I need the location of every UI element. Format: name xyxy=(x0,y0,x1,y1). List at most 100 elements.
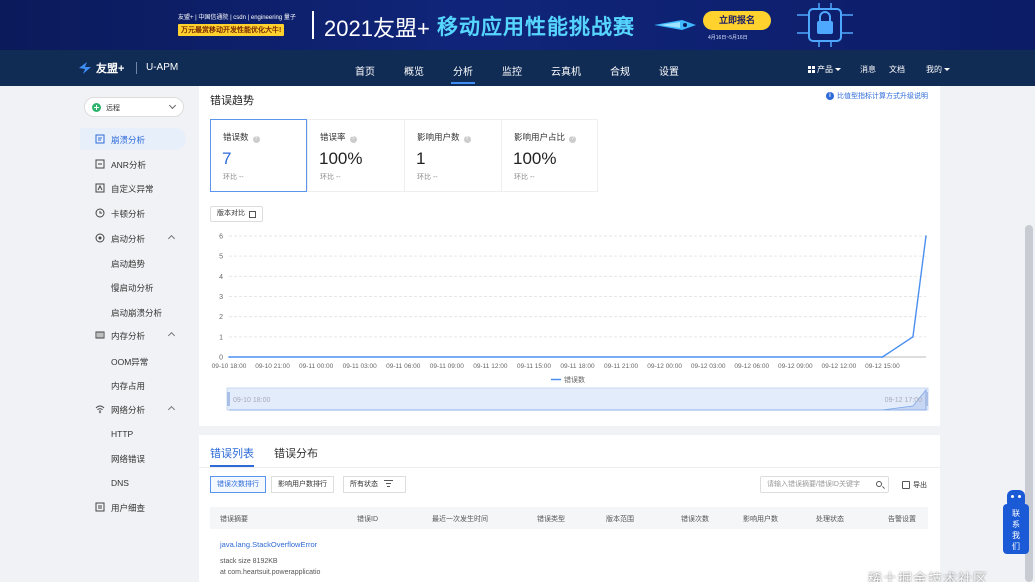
section-title: 错误趋势 xyxy=(210,95,254,107)
brand-logo[interactable]: 友盟+ xyxy=(78,60,124,76)
info-icon: i xyxy=(826,92,834,100)
help-icon[interactable]: ? xyxy=(252,136,260,143)
y-tick-label: 3 xyxy=(219,294,223,301)
search-input[interactable]: 请输入错误摘要/错误ID关键字 xyxy=(760,476,889,493)
contact-us-widget[interactable]: 联系我们 xyxy=(1003,490,1029,570)
metric-error-rate[interactable]: 错误率? 100% 环比 -- xyxy=(307,119,404,192)
export-button[interactable]: 导出 xyxy=(902,480,927,490)
metric-affected-users[interactable]: 影响用户数? 1 环比 -- xyxy=(404,119,501,192)
y-tick-label: 4 xyxy=(219,274,223,281)
x-tick-label: 09-12 06:00 xyxy=(734,363,769,370)
x-tick-label: 09-10 21:00 xyxy=(255,363,290,370)
my-account-menu[interactable]: 我的 xyxy=(926,64,950,75)
status-filter[interactable]: 所有状态 xyxy=(343,476,406,493)
nav-settings[interactable]: 设置 xyxy=(659,63,679,78)
sidebar-subitem-slow-launch[interactable]: 慢启动分析 xyxy=(111,282,154,294)
caret-down-icon xyxy=(835,68,841,71)
nav-compliance[interactable]: 合规 xyxy=(610,63,630,78)
info-link[interactable]: i 比值型指标计算方式升级说明 xyxy=(826,91,928,101)
sidebar-item-network-analysis[interactable]: 网络分析 xyxy=(80,398,186,420)
metric-affected-user-ratio[interactable]: 影响用户占比? 100% 环比 -- xyxy=(501,119,598,192)
tab-error-list[interactable]: 错误列表 xyxy=(210,445,254,467)
sidebar-item-launch-analysis[interactable]: 启动分析 xyxy=(80,227,186,249)
sidebar-item-lag-analysis[interactable]: 卡顿分析 xyxy=(80,202,186,224)
messages-link[interactable]: 消息 xyxy=(860,64,876,75)
zoom-handle-left xyxy=(227,392,230,406)
nav-overview[interactable]: 概览 xyxy=(404,63,424,78)
sidebar-item-label: 用户细查 xyxy=(111,503,146,513)
promo-banner[interactable]: 友盟+ | 中国信通院 | csdn | engineering 量子 万元最赏… xyxy=(0,0,1035,50)
sidebar-subitem-http[interactable]: HTTP xyxy=(111,429,133,439)
sidebar-item-memory-analysis[interactable]: 内存分析 xyxy=(80,324,186,346)
juejin-icon xyxy=(850,574,864,582)
data-point xyxy=(912,336,914,338)
sidebar-subitem-memory-usage[interactable]: 内存占用 xyxy=(111,380,145,392)
crash-report-icon xyxy=(95,134,105,144)
x-tick-label: 09-12 03:00 xyxy=(691,363,726,370)
data-point xyxy=(228,356,230,358)
banner-year: 2021友盟+ xyxy=(324,16,430,41)
column-header[interactable]: 影响用户数 xyxy=(743,514,778,524)
column-header: 错误类型 xyxy=(537,516,565,523)
sidebar-subitem-launch-trend[interactable]: 启动趋势 xyxy=(111,258,145,270)
nav-monitor[interactable]: 监控 xyxy=(502,63,522,78)
scope-select[interactable]: 远程 xyxy=(84,97,184,117)
data-point xyxy=(925,235,927,237)
column-header: 告警设置 xyxy=(888,516,916,523)
error-summary-link[interactable]: java.lang.StackOverflowError xyxy=(220,540,317,549)
data-point xyxy=(881,356,884,358)
register-button[interactable]: 立即报名 xyxy=(703,11,771,30)
products-menu[interactable]: 产品 xyxy=(808,64,841,75)
help-icon[interactable]: ? xyxy=(463,136,471,143)
circuit-lock-icon xyxy=(797,3,853,47)
x-tick-label: 09-11 06:00 xyxy=(386,363,421,370)
chevron-up-icon xyxy=(167,405,176,414)
x-tick-label: 09-10 18:00 xyxy=(212,363,247,370)
nav-home[interactable]: 首页 xyxy=(355,63,375,78)
export-icon xyxy=(902,481,910,489)
column-header: 版本范围 xyxy=(606,516,634,523)
nav-cloud-device[interactable]: 云真机 xyxy=(551,63,581,78)
y-tick-label: 6 xyxy=(219,234,223,241)
column-header[interactable]: 错误次数 xyxy=(681,514,709,524)
search-placeholder: 请输入错误摘要/错误ID关键字 xyxy=(767,481,860,488)
zoom-start-label: 09-10 18:00 xyxy=(233,397,270,404)
error-stack-line: stack size 8192KB xyxy=(220,558,278,565)
sidebar-item-label: 自定义异常 xyxy=(111,184,154,194)
sidebar-item-custom-error[interactable]: 自定义异常 xyxy=(80,177,186,199)
help-icon[interactable]: ? xyxy=(349,136,357,143)
error-trend-card: 错误趋势 i 比值型指标计算方式升级说明 错误数? 7 环比 -- 错误率? 1… xyxy=(199,86,940,426)
sidebar-subitem-oom[interactable]: OOM异常 xyxy=(111,356,148,368)
zoom-handle-right xyxy=(925,392,928,406)
help-icon[interactable]: ? xyxy=(569,136,577,143)
tab-error-distribution[interactable]: 错误分布 xyxy=(274,445,318,461)
metric-error-count[interactable]: 错误数? 7 环比 -- xyxy=(210,119,307,192)
chevron-up-icon xyxy=(167,331,176,340)
sort-by-error-count[interactable]: 错误次数排行 xyxy=(210,476,266,493)
version-compare-button[interactable]: 版本对比 xyxy=(210,206,263,222)
sort-by-affected-users[interactable]: 影响用户数排行 xyxy=(271,476,334,493)
sidebar-subitem-network-error[interactable]: 网络错误 xyxy=(111,453,145,465)
sidebar-item-anr-analysis[interactable]: ANR分析 xyxy=(80,153,186,175)
metric-label: 错误率? xyxy=(320,131,357,143)
contact-us-label: 联系我们 xyxy=(1003,504,1029,554)
my-account-label: 我的 xyxy=(926,65,942,74)
nav-analysis[interactable]: 分析 xyxy=(451,63,475,84)
sidebar-item-crash-analysis[interactable]: 崩溃分析 xyxy=(80,128,186,150)
sidebar-subitem-launch-crash[interactable]: 启动崩溃分析 xyxy=(111,307,162,319)
sidebar-item-user-detail[interactable]: 用户细查 xyxy=(80,496,186,518)
version-compare-label: 版本对比 xyxy=(217,210,245,217)
zoom-end-label: 09-12 17:00 xyxy=(885,397,922,404)
sidebar-subitem-dns[interactable]: DNS xyxy=(111,478,129,488)
y-tick-label: 0 xyxy=(219,355,223,362)
column-header[interactable]: 最近一次发生时间 xyxy=(432,514,488,524)
x-tick-label: 09-12 12:00 xyxy=(822,363,857,370)
search-icon[interactable] xyxy=(876,481,882,487)
watermark: 稀土掘金技术社区 xyxy=(850,569,988,582)
banner-award: 万元最赏移动开发性能优化大牛! xyxy=(178,24,285,36)
brand-name: 友盟+ xyxy=(96,63,125,75)
grid-icon xyxy=(808,66,815,73)
error-trend-chart[interactable]: 0 1 2 3 4 5 6 09-10 18:00 09-10 21:00 09-11 00:00… xyxy=(199,226,940,426)
banner-divider xyxy=(312,11,314,39)
docs-link[interactable]: 文档 xyxy=(889,64,905,75)
